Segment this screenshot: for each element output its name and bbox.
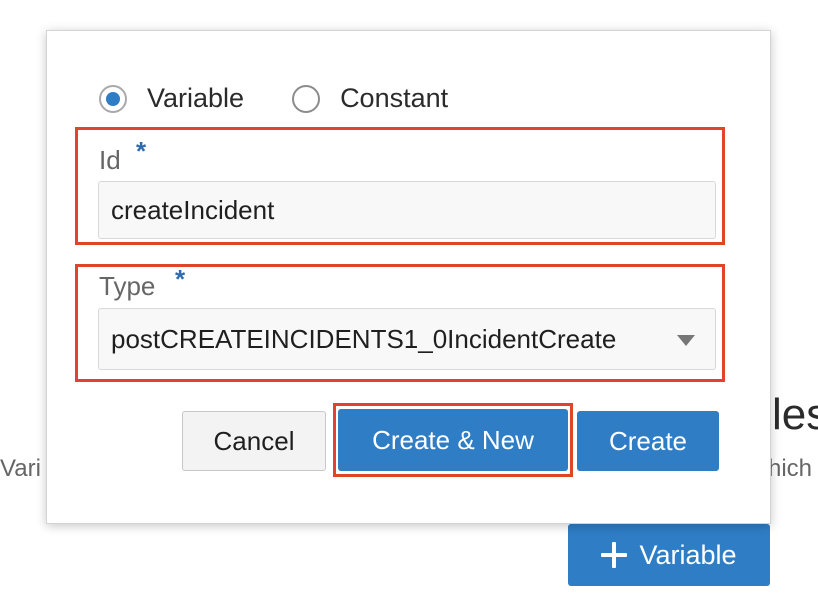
radio-constant-label: Constant: [340, 83, 449, 113]
radio-dot-icon: [106, 91, 120, 106]
background-heading-fragment: les: [772, 390, 818, 439]
radio-unchecked-icon[interactable]: [292, 84, 321, 113]
caret-down-icon[interactable]: [677, 335, 695, 346]
add-variable-label: Variable: [639, 539, 737, 570]
radio-variable-label: Variable: [147, 83, 245, 113]
add-variable-button[interactable]: Variable: [568, 524, 770, 586]
background-text-fragment-right: hich: [768, 455, 813, 482]
radio-checked-icon[interactable]: [99, 84, 127, 113]
type-required-marker: *: [175, 264, 186, 294]
cancel-button[interactable]: Cancel: [182, 411, 326, 471]
type-select-value: postCREATEINCIDENTS1_0IncidentCreate: [111, 323, 617, 354]
variable-kind-radio-group: Variable Constant: [99, 83, 448, 114]
screen: les Vari hich Variable Variable Constant…: [0, 0, 818, 600]
id-required-marker: *: [136, 136, 147, 166]
id-field-label: Id: [99, 145, 121, 175]
type-field-group: Type * postCREATEINCIDENTS1_0IncidentCre…: [75, 264, 725, 382]
radio-variable[interactable]: Variable: [99, 83, 244, 114]
create-and-new-button[interactable]: Create & New: [338, 409, 568, 471]
create-variable-dialog: Variable Constant Id * createIncident Ty…: [46, 30, 771, 524]
type-field-label: Type: [99, 271, 156, 301]
radio-constant[interactable]: Constant: [292, 83, 448, 114]
background-text-fragment-left: Vari: [0, 455, 41, 482]
type-select[interactable]: postCREATEINCIDENTS1_0IncidentCreate: [98, 308, 716, 370]
id-field-group: Id * createIncident: [75, 127, 725, 245]
plus-icon: [601, 542, 628, 568]
create-button[interactable]: Create: [577, 411, 719, 471]
id-input[interactable]: createIncident: [98, 181, 716, 239]
